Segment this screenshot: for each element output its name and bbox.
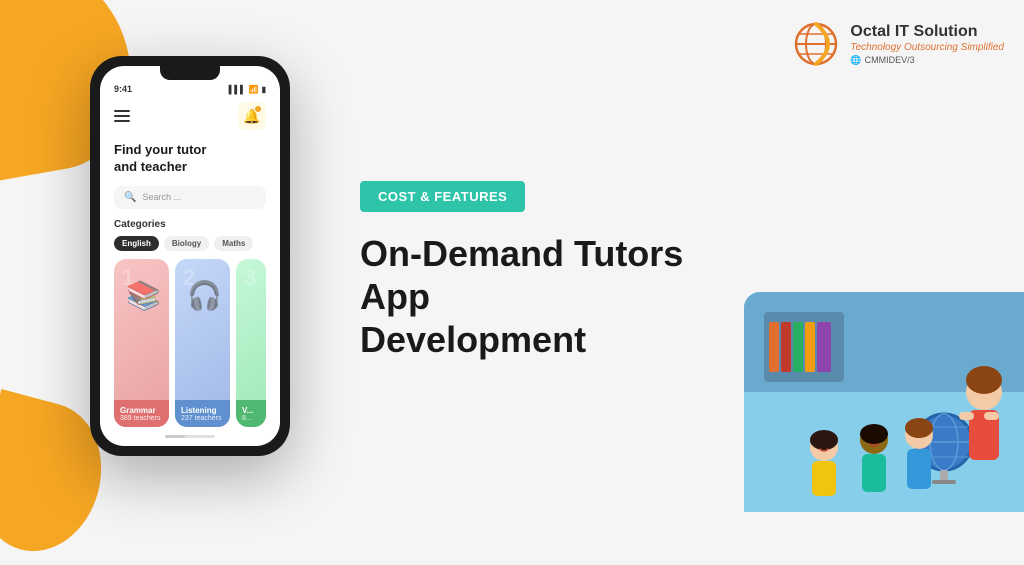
grammar-teachers: 389 teachers [120,415,163,422]
scroll-indicator [100,427,280,446]
search-placeholder: Search ... [142,192,181,202]
vocab-label: V... 8... [236,400,266,427]
main-title: On-Demand Tutors App Development [360,232,740,362]
tutor-card-vocab[interactable]: 3 V... 8... [236,259,266,427]
categories-section: Categories English Biology Maths [100,219,280,259]
left-section: 9:41 ▌▌▌ 📶 ▮ 🔔 [0,0,340,512]
category-tag-maths[interactable]: Maths [214,236,253,251]
cmmi-badge-text: CMMIDEV/3 [865,55,915,65]
vocab-teachers: 8... [242,415,260,422]
battery-icon: ▮ [262,85,266,94]
classroom-photo-bg [744,292,1024,512]
phone-status-icons: ▌▌▌ 📶 ▮ [229,85,266,94]
grammar-illustration: 📚 [126,279,161,312]
category-tags: English Biology Maths [114,236,266,251]
main-title-line2: Development [360,319,586,360]
category-tag-english[interactable]: English [114,236,159,251]
categories-label: Categories [114,219,266,230]
category-tag-biology[interactable]: Biology [164,236,209,251]
phone-time: 9:41 [114,84,132,94]
wifi-icon: 📶 [249,85,259,94]
phone-notch [160,66,220,80]
right-section: Octal IT Solution Technology Outsourcing… [340,0,1024,512]
tutor-cards: 1 📚 Grammar 389 teachers 2 [100,259,280,427]
cmmi-icon: 🌐 [850,55,861,66]
listening-illustration: 🎧 [187,279,222,312]
phone-screen: 9:41 ▌▌▌ 📶 ▮ 🔔 [100,66,280,446]
menu-icon[interactable] [114,110,130,122]
classroom-photo [744,292,1024,512]
notification-dot [255,106,261,112]
cost-features-badge: COST & FEATURES [360,181,525,212]
grammar-subject: Grammar [120,406,163,415]
scroll-bar [165,435,215,438]
tutor-card-listening[interactable]: 2 🎧 Listening 237 teachers [175,259,230,427]
listening-teachers: 237 teachers [181,415,224,422]
signal-icon: ▌▌▌ [229,85,246,94]
phone-mockup: 9:41 ▌▌▌ 📶 ▮ 🔔 [90,56,290,456]
card-number-3: 3 [244,265,256,291]
phone-hero-text: Find your tutorand teacher [100,138,280,186]
phone-header: 🔔 [100,98,280,138]
grammar-label: Grammar 389 teachers [114,400,169,427]
search-icon: 🔍 [124,192,136,203]
tutor-card-grammar[interactable]: 1 📚 Grammar 389 teachers [114,259,169,427]
logo-area: Octal IT Solution Technology Outsourcing… [792,20,1004,68]
vocab-subject: V... [242,406,260,415]
company-tagline: Technology Outsourcing Simplified [850,42,1004,53]
company-logo-globe [792,20,840,68]
classroom-svg [744,292,1024,512]
logo-text-block: Octal IT Solution Technology Outsourcing… [850,22,1004,65]
phone-hero-title: Find your tutorand teacher [114,142,266,176]
main-title-line1: On-Demand Tutors App [360,233,683,317]
company-name: Octal IT Solution [850,22,1004,41]
listening-label: Listening 237 teachers [175,400,230,427]
search-bar[interactable]: 🔍 Search ... [114,186,266,209]
company-badge: 🌐 CMMIDEV/3 [850,55,1004,66]
main-container: 9:41 ▌▌▌ 📶 ▮ 🔔 [0,0,1024,512]
notification-bell-icon[interactable]: 🔔 [238,102,266,130]
listening-subject: Listening [181,406,224,415]
